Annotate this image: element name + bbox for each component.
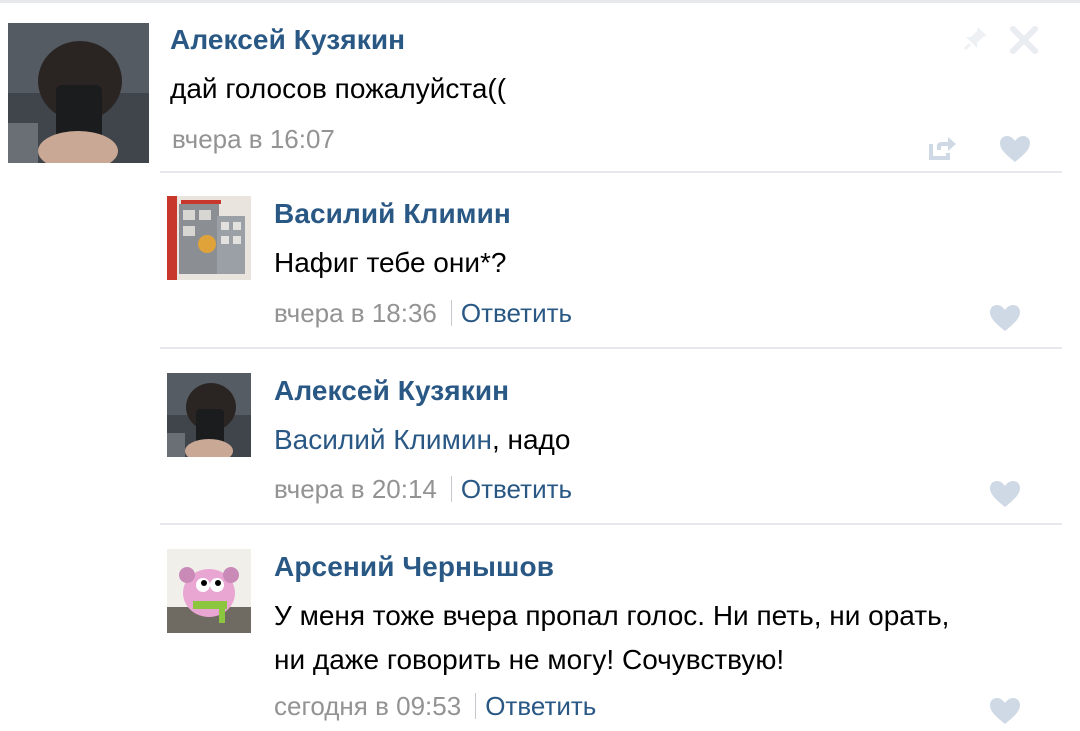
comment-author-name[interactable]: Алексей Кузякин <box>274 375 509 407</box>
comment-author-name[interactable]: Василий Климин <box>274 198 511 230</box>
comment-author-name[interactable]: Арсений Чернышов <box>274 551 554 583</box>
like-heart-icon[interactable] <box>988 303 1022 333</box>
mention-link[interactable]: Василий Климин <box>274 424 492 455</box>
comment-avatar[interactable] <box>167 549 251 633</box>
comment-text: Нафиг тебе они*? <box>274 247 507 278</box>
close-icon[interactable] <box>1008 24 1040 56</box>
like-heart-icon[interactable] <box>998 134 1032 164</box>
divider <box>160 171 1062 173</box>
meta-separator <box>450 300 452 327</box>
comment-text: Василий Климин, надо <box>274 417 570 463</box>
comment-meta: сегодня в 09:53 Ответить <box>274 691 596 722</box>
reply-button[interactable]: Ответить <box>461 474 572 504</box>
comment-meta: вчера в 20:14 Ответить <box>274 474 572 505</box>
author-avatar[interactable] <box>8 23 149 163</box>
comment-text-line-1: У меня тоже вчера пропал голос. Ни петь,… <box>274 600 950 631</box>
reply-button[interactable]: Ответить <box>485 691 596 721</box>
comment-timestamp: вчера в 20:14 <box>274 474 437 504</box>
meta-separator <box>475 693 477 720</box>
pin-icon[interactable] <box>962 24 990 52</box>
comment-meta: вчера в 18:36 Ответить <box>274 298 572 329</box>
like-heart-icon[interactable] <box>988 696 1022 726</box>
like-heart-icon[interactable] <box>988 479 1022 509</box>
comment-text-body: , надо <box>491 424 571 455</box>
post: Алексей Кузякин дай голосов пожалуйста((… <box>0 0 1080 171</box>
share-icon[interactable] <box>928 134 958 160</box>
comment-timestamp: сегодня в 09:53 <box>274 691 462 721</box>
divider <box>160 347 1062 349</box>
meta-separator <box>450 476 452 503</box>
reply-button[interactable]: Ответить <box>461 298 572 328</box>
comment-text-line-2: ни даже говорить не могу! Сочувствую! <box>274 644 785 675</box>
divider <box>160 523 1062 525</box>
comment-avatar[interactable] <box>167 196 251 280</box>
post-text: дай голосов пожалуйста(( <box>170 73 507 104</box>
post-timestamp: вчера в 16:07 <box>172 124 335 154</box>
comment-avatar[interactable] <box>167 373 251 457</box>
post-author-name[interactable]: Алексей Кузякин <box>170 24 405 56</box>
comment-timestamp: вчера в 18:36 <box>274 298 437 328</box>
